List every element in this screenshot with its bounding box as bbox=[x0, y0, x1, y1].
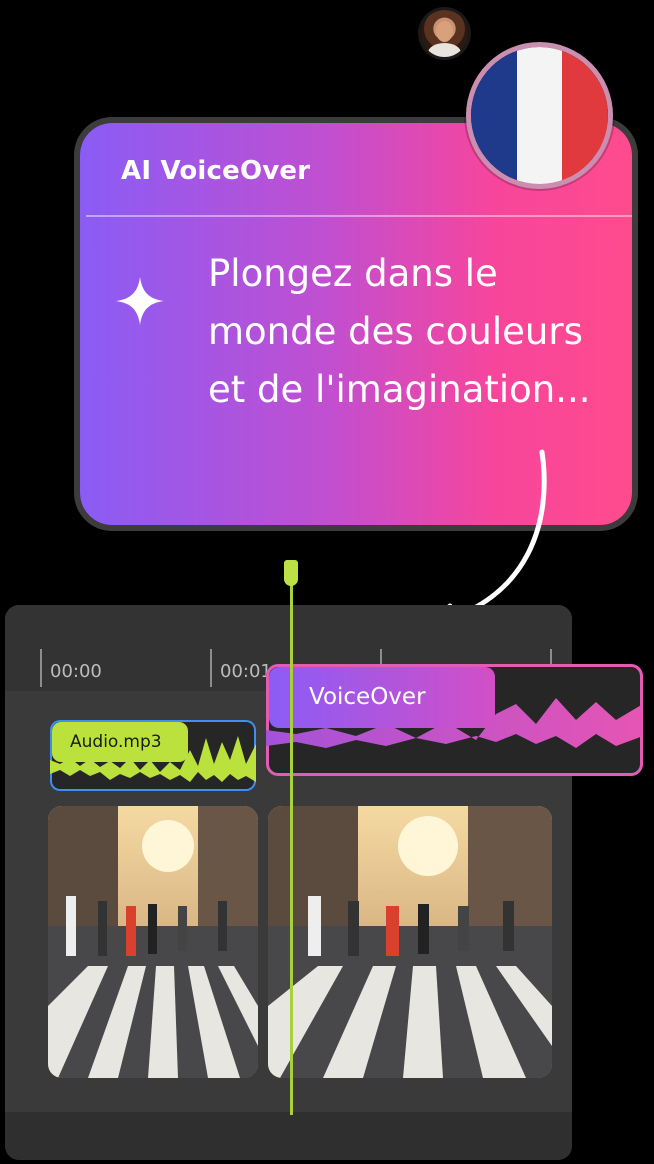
street-crosswalk-image bbox=[268, 806, 552, 1078]
ruler-tick bbox=[40, 649, 42, 687]
voiceover-clip-label: VoiceOver bbox=[269, 667, 495, 728]
france-flag-icon[interactable] bbox=[471, 47, 608, 184]
card-divider bbox=[86, 215, 632, 217]
ruler-tick bbox=[210, 649, 212, 687]
video-thumbnail[interactable] bbox=[48, 806, 258, 1078]
avatar-shirt bbox=[428, 43, 461, 57]
audio-clip-label: Audio.mp3 bbox=[52, 722, 188, 762]
user-avatar bbox=[421, 10, 468, 57]
voiceover-script-text: Plongez dans le monde des couleurs et de… bbox=[208, 252, 591, 411]
video-thumbnail[interactable] bbox=[268, 806, 552, 1078]
timeline-bottom-band bbox=[5, 1112, 572, 1160]
audio-clip[interactable]: Audio.mp3 bbox=[50, 720, 256, 791]
street-crosswalk-image bbox=[48, 806, 258, 1078]
playhead-line[interactable] bbox=[290, 570, 293, 1115]
playhead-handle[interactable] bbox=[284, 560, 298, 586]
ruler-tick-label: 00:01 bbox=[220, 661, 272, 682]
sparkle-icon bbox=[116, 277, 164, 325]
voiceover-clip[interactable]: VoiceOver bbox=[266, 664, 643, 776]
avatar-face bbox=[436, 21, 453, 42]
card-title: AI VoiceOver bbox=[121, 156, 311, 186]
ruler-tick-label: 00:00 bbox=[50, 661, 102, 682]
